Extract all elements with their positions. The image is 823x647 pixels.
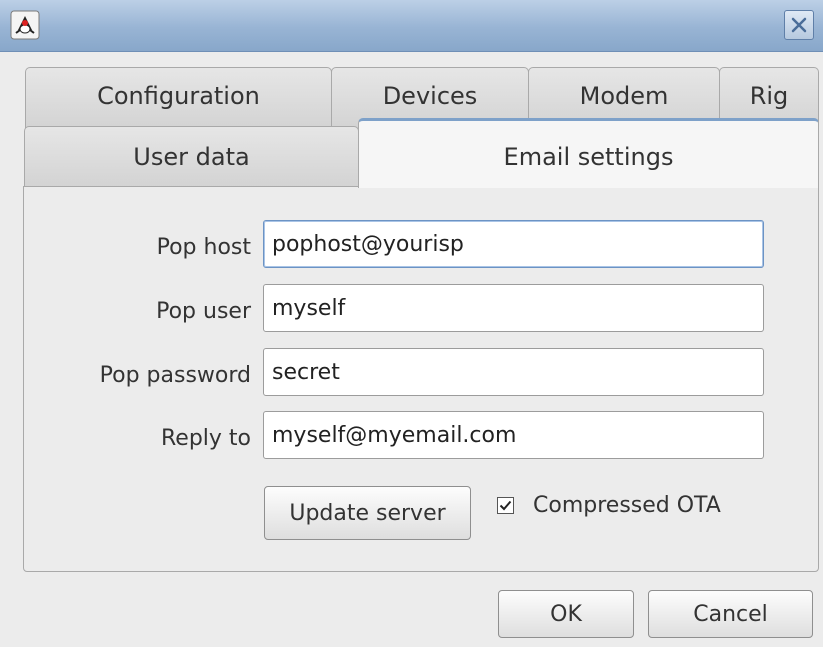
cancel-label: Cancel — [693, 601, 768, 627]
pop-host-label: Pop host — [156, 235, 251, 260]
update-server-label: Update server — [289, 500, 446, 526]
pop-host-input[interactable] — [263, 220, 764, 268]
pop-user-label: Pop user — [156, 299, 251, 324]
reply-to-input[interactable] — [263, 411, 764, 459]
checkbox-box[interactable] — [497, 497, 514, 514]
settings-dialog: Configuration Devices Modem Rig User dat… — [0, 0, 823, 647]
compressed-ota-label: Compressed OTA — [533, 493, 721, 518]
update-server-button[interactable]: Update server — [264, 486, 471, 540]
pop-password-label: Pop password — [99, 363, 251, 388]
pop-user-input[interactable] — [263, 284, 764, 332]
compressed-ota-checkbox[interactable]: Compressed OTA — [497, 493, 721, 518]
email-form: Pop host Pop user Pop password Reply to … — [0, 0, 823, 647]
ok-button[interactable]: OK — [498, 590, 634, 638]
cancel-button[interactable]: Cancel — [648, 590, 813, 638]
reply-to-label: Reply to — [160, 426, 251, 451]
pop-password-input[interactable] — [263, 348, 764, 396]
ok-label: OK — [550, 601, 582, 627]
checkmark-icon — [499, 500, 512, 511]
